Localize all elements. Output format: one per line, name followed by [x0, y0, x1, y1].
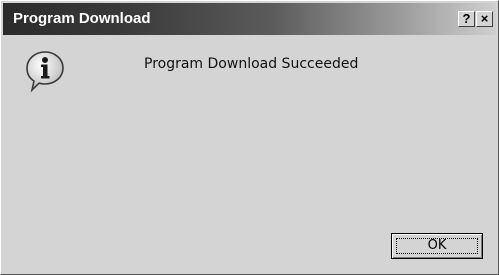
message-text: Program Download Succeeded [144, 56, 359, 72]
title-bar[interactable]: Program Download ? × [3, 3, 496, 35]
ok-button[interactable]: OK [391, 233, 483, 259]
info-icon [26, 51, 64, 93]
program-download-dialog: Program Download ? × Program Download Su… [0, 0, 499, 275]
help-button[interactable]: ? [458, 11, 475, 27]
ok-button-label: OK [427, 238, 447, 253]
dialog-title: Program Download [13, 10, 151, 27]
close-button[interactable]: × [476, 11, 493, 27]
